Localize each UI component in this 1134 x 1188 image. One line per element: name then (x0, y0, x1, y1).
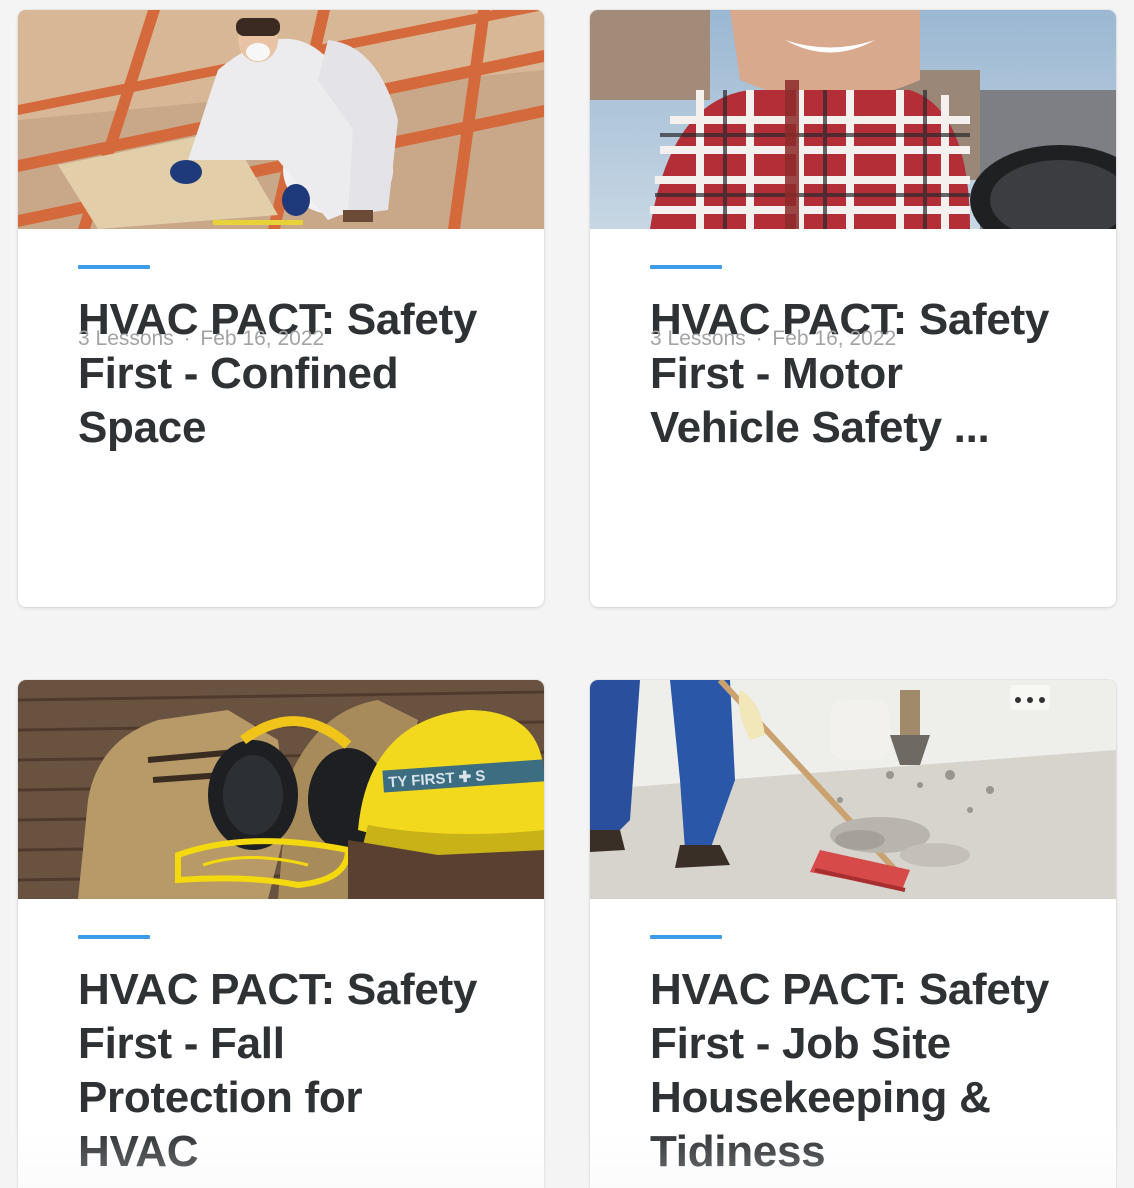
course-title[interactable]: HVAC PACT: Safety First - Confined Space (78, 293, 484, 455)
course-title[interactable]: HVAC PACT: Safety First - Fall Protectio… (78, 963, 484, 1188)
course-card-confined-space[interactable]: HVAC PACT: Safety First - Confined Space… (18, 10, 544, 607)
meta-separator: · (755, 327, 763, 350)
lesson-count: 3 Lessons (78, 327, 174, 350)
course-date: Feb 16, 2022 (772, 327, 897, 350)
accent-bar (78, 935, 150, 939)
driver-smiling-image[interactable] (590, 10, 1116, 229)
course-card-motor-vehicle[interactable]: HVAC PACT: Safety First - Motor Vehicle … (590, 10, 1116, 607)
course-card-housekeeping[interactable]: HVAC PACT: Safety First - Job Site House… (590, 680, 1116, 1188)
worker-insulation-image[interactable] (18, 10, 544, 229)
accent-bar (650, 935, 722, 939)
sweeping-debris-image[interactable] (590, 680, 1116, 899)
lesson-count: 3 Lessons (650, 327, 746, 350)
course-title[interactable]: HVAC PACT: Safety First - Motor Vehicle … (650, 293, 1056, 455)
course-grid: HVAC PACT: Safety First - Confined Space… (0, 0, 1134, 1188)
course-card-fall-protection[interactable]: TY FIRST ✚ S HVAC PACT: Safety First - F… (18, 680, 544, 1188)
course-meta: 3 Lessons · Feb 16, 2022 (78, 327, 324, 351)
accent-bar (78, 265, 150, 269)
meta-separator: · (183, 327, 191, 350)
course-meta: 3 Lessons · Feb 16, 2022 (650, 327, 896, 351)
accent-bar (650, 265, 722, 269)
course-title[interactable]: HVAC PACT: Safety First - Job Site House… (650, 963, 1056, 1179)
safety-gear-image[interactable]: TY FIRST ✚ S (18, 680, 544, 899)
course-date: Feb 16, 2022 (200, 327, 325, 350)
